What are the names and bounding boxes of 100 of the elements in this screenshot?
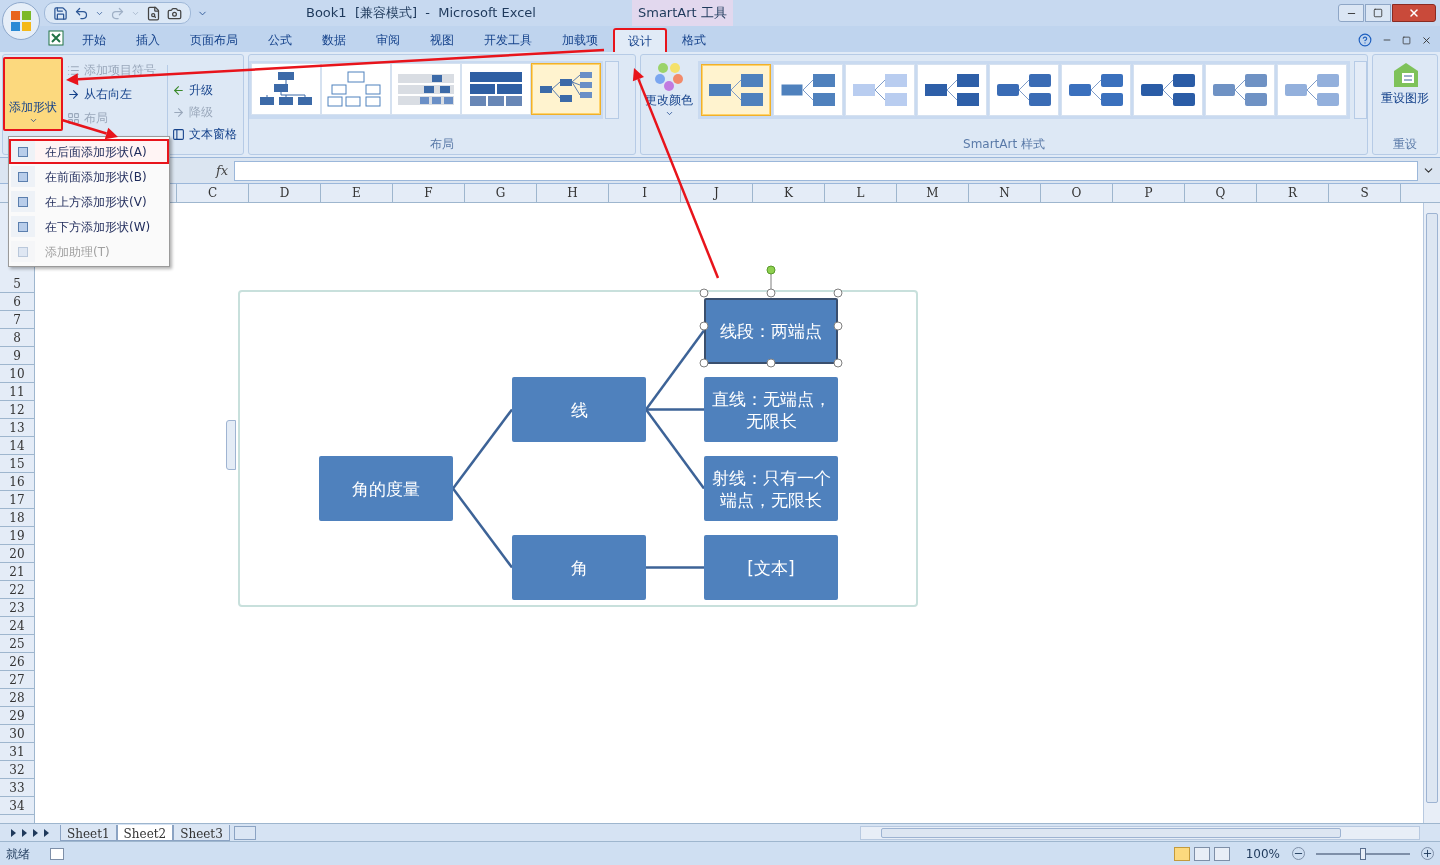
ribbon-tab[interactable]: 数据 [307, 28, 361, 52]
column-header[interactable]: R [1257, 184, 1329, 202]
ribbon-tab[interactable]: 公式 [253, 28, 307, 52]
ribbon-tab[interactable]: 格式 [667, 28, 721, 52]
row-header[interactable]: 20 [0, 545, 34, 563]
add-shape-button[interactable]: 添加形状 [3, 57, 63, 131]
row-header[interactable]: 32 [0, 761, 34, 779]
column-header[interactable]: K [753, 184, 825, 202]
row-header[interactable]: 22 [0, 581, 34, 599]
menu-item[interactable]: 在下方添加形状(W) [9, 214, 169, 239]
row-header[interactable]: 15 [0, 455, 34, 473]
style-thumbnail[interactable] [1060, 64, 1131, 116]
insert-sheet-icon[interactable] [233, 825, 256, 840]
diagram-node[interactable]: 角 [512, 535, 646, 600]
ribbon-tab[interactable]: 页面布局 [175, 28, 253, 52]
page-layout-view-icon[interactable] [1193, 846, 1210, 861]
style-thumbnail[interactable] [772, 64, 843, 116]
diagram-node[interactable]: 线段：两端点 [704, 298, 838, 364]
style-thumbnail[interactable] [916, 64, 987, 116]
text-pane-toggle[interactable] [226, 420, 236, 470]
style-thumbnail[interactable] [1132, 64, 1203, 116]
ribbon-tab[interactable]: 插入 [121, 28, 175, 52]
row-header[interactable]: 6 [0, 293, 34, 311]
menu-item[interactable]: 在上方添加形状(V) [9, 189, 169, 214]
layout-thumbnail[interactable] [461, 63, 531, 115]
row-header[interactable]: 10 [0, 365, 34, 383]
column-header[interactable]: J [681, 184, 753, 202]
ribbon-button[interactable]: 从右向左 [67, 85, 167, 103]
zoom-slider[interactable] [1313, 846, 1413, 861]
ribbon-tab[interactable]: 开发工具 [469, 28, 547, 52]
row-header[interactable]: 11 [0, 383, 34, 401]
horizontal-scrollbar[interactable] [860, 825, 1420, 840]
close-button[interactable] [1392, 4, 1436, 22]
style-thumbnail[interactable] [988, 64, 1059, 116]
row-header[interactable]: 17 [0, 491, 34, 509]
row-header[interactable]: 33 [0, 779, 34, 797]
column-header[interactable]: E [321, 184, 393, 202]
row-header[interactable]: 28 [0, 689, 34, 707]
menu-item[interactable]: 在后面添加形状(A) [9, 139, 169, 164]
row-header[interactable]: 5 [0, 275, 34, 293]
row-header[interactable]: 16 [0, 473, 34, 491]
ribbon-tab[interactable]: 设计 [613, 28, 667, 52]
diagram-node[interactable]: [文本] [704, 535, 838, 600]
layout-thumbnail[interactable] [531, 63, 601, 115]
row-header[interactable]: 8 [0, 329, 34, 347]
row-header[interactable]: 31 [0, 743, 34, 761]
diagram-node[interactable]: 射线：只有一个端点，无限长 [704, 456, 838, 521]
style-thumbnail[interactable] [844, 64, 915, 116]
print-preview-icon[interactable] [146, 5, 161, 21]
column-header[interactable]: O [1041, 184, 1113, 202]
function-label[interactable]: fx [216, 160, 234, 181]
row-header[interactable]: 21 [0, 563, 34, 581]
column-header[interactable]: H [537, 184, 609, 202]
restore-icon[interactable] [1402, 35, 1411, 45]
layout-thumbnail[interactable] [321, 63, 391, 115]
row-header[interactable]: 29 [0, 707, 34, 725]
row-header[interactable]: 12 [0, 401, 34, 419]
column-header[interactable]: N [969, 184, 1041, 202]
zoom-thumb[interactable] [1360, 847, 1366, 860]
ribbon-tab[interactable]: 审阅 [361, 28, 415, 52]
sheet-tab[interactable]: Sheet3 [173, 824, 230, 841]
formula-input[interactable] [234, 160, 1418, 181]
column-header[interactable]: I [609, 184, 681, 202]
zoom-in-icon[interactable] [1421, 847, 1434, 860]
row-header[interactable]: 34 [0, 797, 34, 815]
column-header[interactable]: G [465, 184, 537, 202]
layout-thumbnail[interactable] [251, 63, 321, 115]
diagram-node[interactable]: 线 [512, 377, 646, 442]
row-header[interactable]: 9 [0, 347, 34, 365]
vertical-scrollbar[interactable] [1423, 203, 1440, 823]
ribbon-button[interactable]: 文本窗格 [172, 125, 237, 143]
row-header[interactable]: 26 [0, 653, 34, 671]
undo-icon[interactable] [74, 5, 89, 21]
row-header[interactable]: 24 [0, 617, 34, 635]
macro-record-icon[interactable] [50, 847, 64, 860]
diagram-node[interactable]: 角的度量 [319, 456, 453, 521]
layout-thumbnail[interactable] [391, 63, 461, 115]
row-header[interactable]: 30 [0, 725, 34, 743]
row-header[interactable]: 13 [0, 419, 34, 437]
close-icon[interactable] [1421, 34, 1432, 46]
row-header[interactable]: 18 [0, 509, 34, 527]
help-icon[interactable] [1358, 33, 1372, 47]
row-header[interactable]: 25 [0, 635, 34, 653]
row-header[interactable]: 19 [0, 527, 34, 545]
column-header[interactable]: C [177, 184, 249, 202]
row-header[interactable]: 27 [0, 671, 34, 689]
reset-graphic-button[interactable]: 重设图形 [1373, 55, 1437, 135]
column-header[interactable]: P [1113, 184, 1185, 202]
diagram-node[interactable]: 直线：无端点，无限长 [704, 377, 838, 442]
menu-item[interactable]: 在前面添加形状(B) [9, 164, 169, 189]
ribbon-button[interactable]: 升级 [172, 81, 237, 99]
style-thumbnail[interactable] [1276, 64, 1347, 116]
page-break-view-icon[interactable] [1213, 846, 1230, 861]
row-header[interactable]: 23 [0, 599, 34, 617]
camera-icon[interactable] [167, 5, 182, 21]
style-thumbnail[interactable] [1204, 64, 1275, 116]
column-header[interactable]: M [897, 184, 969, 202]
column-header[interactable]: F [393, 184, 465, 202]
maximize-button[interactable] [1365, 4, 1391, 22]
row-header[interactable]: 7 [0, 311, 34, 329]
